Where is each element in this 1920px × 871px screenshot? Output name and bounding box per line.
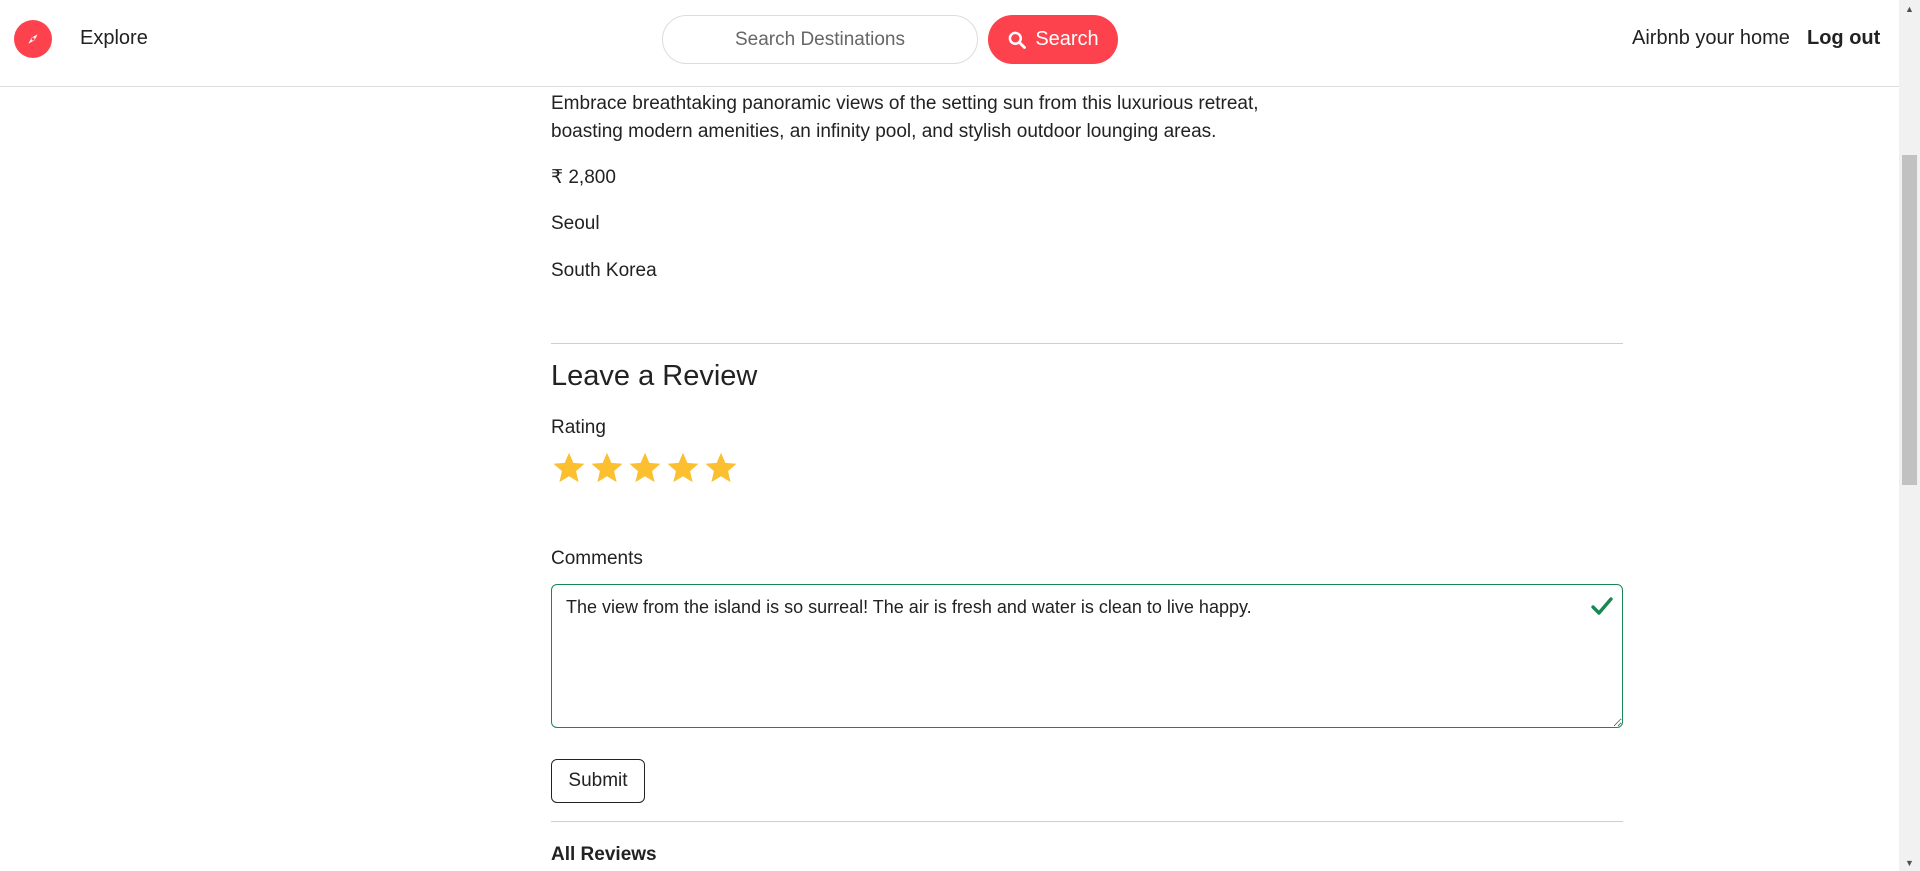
nav-host-link[interactable]: Airbnb your home [1632,27,1790,50]
search-icon [1008,31,1027,49]
compass-icon [28,34,38,44]
review-heading: Leave a Review [551,360,758,392]
listing-description: Embrace breathtaking panoramic views of … [551,93,1259,142]
search-button[interactable]: Search [988,15,1118,64]
star-icon[interactable] [665,449,701,487]
listing-country: South Korea [551,260,657,281]
brand-logo[interactable] [14,20,52,58]
divider [551,821,1623,822]
page-scrollbar[interactable]: ▲ ▼ [1899,0,1920,871]
search-input[interactable] [662,15,978,64]
scroll-up-arrow[interactable]: ▲ [1899,0,1920,17]
comments-label: Comments [551,548,643,569]
divider [551,343,1623,344]
search-button-label: Search [1035,28,1099,50]
listing-location: Seoul [551,213,600,234]
star-icon[interactable] [703,449,739,487]
check-icon [1591,597,1613,615]
scrollbar-thumb[interactable] [1902,155,1917,485]
navbar: Explore Search Airbnb your home Log out [0,0,1899,87]
star-icon[interactable] [551,449,587,487]
all-reviews-heading: All Reviews [551,844,657,865]
scroll-down-arrow[interactable]: ▼ [1899,854,1920,871]
listing-price: ₹ 2,800 [551,167,616,188]
star-rating[interactable] [551,449,739,487]
star-icon[interactable] [589,449,625,487]
nav-explore-link[interactable]: Explore [80,27,148,50]
nav-logout-link[interactable]: Log out [1807,27,1880,50]
rating-label: Rating [551,417,606,438]
comments-textarea[interactable] [551,584,1623,728]
submit-button[interactable]: Submit [551,759,645,803]
star-icon[interactable] [627,449,663,487]
